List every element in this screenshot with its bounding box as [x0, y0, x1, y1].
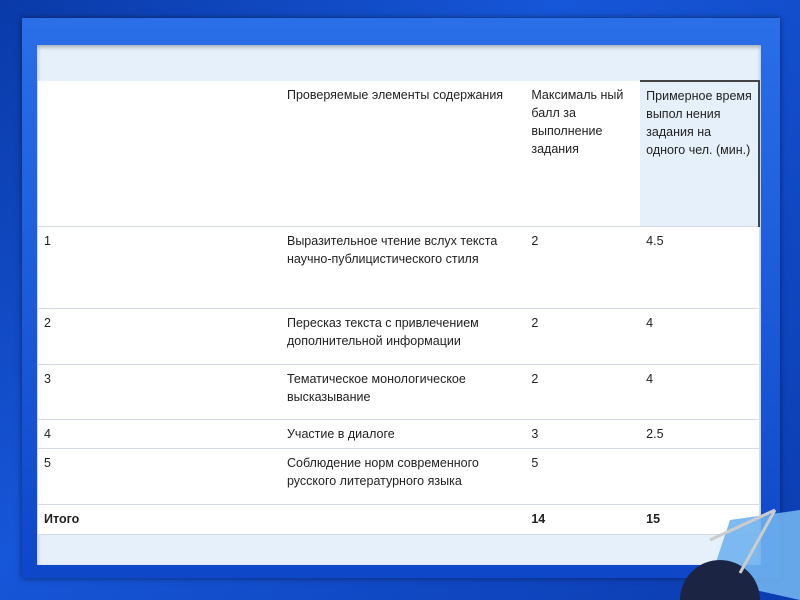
assessment-table: Проверяемые элементы содержания Максимал… — [38, 80, 760, 535]
total-row: Итого 14 15 — [38, 504, 759, 535]
cell: 14 — [525, 504, 641, 535]
header-cell — [38, 81, 281, 227]
table-row: 2 Пересказ текста с привлечением дополнит… — [38, 308, 759, 365]
cell: 2.5 — [640, 419, 759, 449]
cell: Участие в диалоге — [280, 419, 526, 449]
cell: Тематическое монологическое высказывание — [280, 364, 526, 420]
cell — [280, 504, 526, 535]
geometry-tools-icon — [680, 508, 800, 600]
cell: 2 — [38, 308, 281, 365]
cell: Итого — [38, 504, 281, 535]
cell: 2 — [525, 308, 641, 365]
cell: 2 — [525, 364, 641, 420]
header-cell: Примерное время выпол нения задания на о… — [640, 80, 760, 227]
cell: 4 — [38, 419, 281, 449]
cell: Пересказ текста с привлечением дополните… — [280, 308, 526, 365]
cell: 4 — [640, 308, 759, 365]
cell: 5 — [38, 448, 281, 505]
table-row: 4 Участие в диалоге 3 2.5 — [38, 419, 759, 449]
cell: 2 — [525, 226, 641, 309]
header-cell: Проверяемые элементы содержания — [280, 81, 526, 227]
cell: 4 — [640, 364, 759, 420]
table-row: 1 Выразительное чтение вслух текста научн… — [38, 226, 759, 309]
cell: 3 — [525, 419, 641, 449]
cell: Выразительное чтение вслух текста научно… — [280, 226, 526, 309]
cell: 3 — [38, 364, 281, 420]
cell: 1 — [38, 226, 281, 309]
table-row: 5 Соблюдение норм современного русского л… — [38, 448, 759, 505]
cell: 4.5 — [640, 226, 759, 309]
table-row: 3 Тематическое монологическое высказывани… — [38, 364, 759, 420]
header-cell: Максималь ный балл за выполнение задания — [525, 81, 641, 227]
cell: 5 — [525, 448, 641, 505]
table-header-row: Проверяемые элементы содержания Максимал… — [38, 80, 760, 227]
cell: Соблюдение норм современного русского ли… — [280, 448, 526, 505]
